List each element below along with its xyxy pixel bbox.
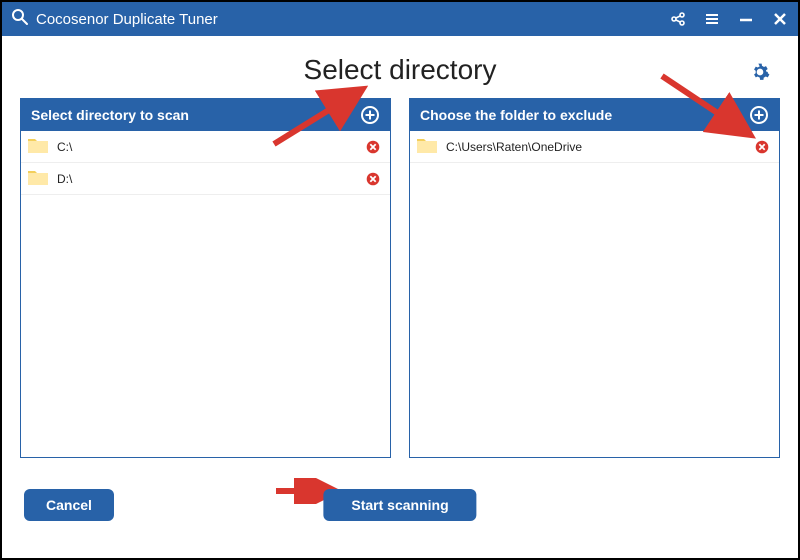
scan-panel: Select directory to scan C:\ D:\	[20, 98, 391, 458]
directory-path: C:\Users\Raten\OneDrive	[446, 140, 755, 154]
folder-icon	[27, 136, 49, 157]
share-icon[interactable]	[670, 11, 686, 27]
add-exclude-dir-button[interactable]	[749, 105, 769, 125]
exclude-panel-header: Choose the folder to exclude	[410, 99, 779, 131]
exclude-panel: Choose the folder to exclude C:\Users\Ra…	[409, 98, 780, 458]
add-scan-dir-button[interactable]	[360, 105, 380, 125]
remove-dir-button[interactable]	[366, 172, 380, 186]
scan-panel-body: C:\ D:\	[21, 131, 390, 457]
footer-buttons: Cancel Start scanning	[20, 484, 780, 526]
window-controls	[670, 11, 788, 27]
settings-gear-icon[interactable]	[750, 62, 770, 87]
exclude-panel-body: C:\Users\Raten\OneDrive	[410, 131, 779, 457]
close-icon[interactable]	[772, 11, 788, 27]
remove-dir-button[interactable]	[755, 140, 769, 154]
remove-dir-button[interactable]	[366, 140, 380, 154]
start-scanning-button[interactable]: Start scanning	[323, 489, 476, 521]
scan-panel-header: Select directory to scan	[21, 99, 390, 131]
directory-row[interactable]: C:\	[21, 131, 390, 163]
cancel-button[interactable]: Cancel	[24, 489, 114, 521]
app-logo-icon	[10, 7, 30, 32]
directory-path: D:\	[57, 172, 366, 186]
content-area: Select directory Select directory to sca…	[2, 36, 798, 538]
scan-panel-title: Select directory to scan	[31, 107, 360, 123]
app-title: Cocosenor Duplicate Tuner	[36, 11, 670, 28]
page-title: Select directory	[20, 54, 780, 86]
directory-path: C:\	[57, 140, 366, 154]
directory-row[interactable]: D:\	[21, 163, 390, 195]
minimize-icon[interactable]	[738, 11, 754, 27]
titlebar: Cocosenor Duplicate Tuner	[2, 2, 798, 36]
directory-row[interactable]: C:\Users\Raten\OneDrive	[410, 131, 779, 163]
menu-icon[interactable]	[704, 11, 720, 27]
exclude-panel-title: Choose the folder to exclude	[420, 107, 749, 123]
folder-icon	[416, 136, 438, 157]
folder-icon	[27, 168, 49, 189]
